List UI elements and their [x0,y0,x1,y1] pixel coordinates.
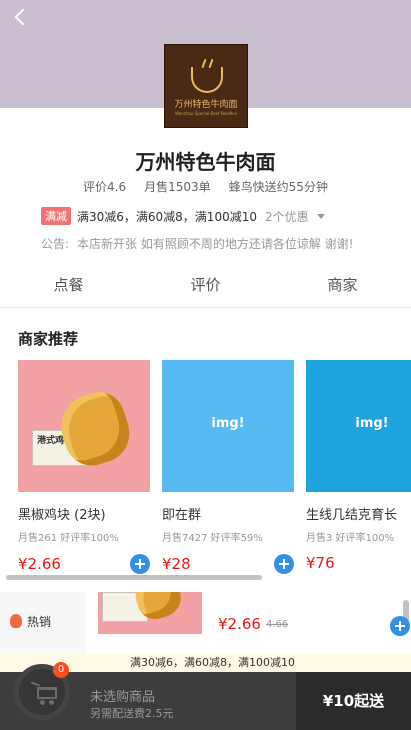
logo-brand-text: 万州特色牛肉面 [174,100,238,110]
recommend-card[interactable]: img! 生线几结克育长 月售3 好评率100% ¥76 [306,360,411,574]
delivery-fee-text: 另需配送费2.5元 [90,707,174,720]
recommend-title: 商家推荐 [18,330,79,348]
image-placeholder-text: img! [211,416,245,431]
product-name: 黑椒鸡块 (2块) [18,508,106,523]
add-to-cart-button[interactable] [130,554,150,574]
add-to-cart-button[interactable] [390,616,410,636]
product-image[interactable]: img! [306,360,411,492]
bowl-icon [191,67,223,93]
logo-sub-text: Wanzhou Special Beef Noodles [175,111,237,116]
minimum-order-button[interactable]: ¥10起送 [296,672,411,730]
menu-item-old-price: 4.66 [266,619,289,630]
menu-item-image[interactable] [98,592,202,634]
price-row: ¥76 [306,554,411,572]
notice-label: 公告: [41,237,70,251]
promo-tag: 满减 [41,207,71,225]
shop-name: 万州特色牛肉面 [135,150,276,174]
product-price: ¥2.66 [18,555,61,573]
discount-strip-text: 满30减6，满60减8，满100减10 [130,656,295,669]
cart-count-badge: 0 [53,662,69,678]
product-image[interactable]: 港式鸡块 [18,360,150,492]
tab-reviews[interactable]: 评价 [137,264,274,307]
delivery-text: 蜂鸟快送约55分钟 [228,180,328,194]
add-to-cart-button[interactable] [274,554,294,574]
chevron-down-icon[interactable] [316,213,325,219]
notice-text: 本店新开张 如有照顾不周的地方还请各位谅解 谢谢! [77,237,354,251]
recommend-card[interactable]: img! 即在群 月售7427 好评率59% ¥28 [162,360,294,574]
flame-icon [10,614,22,628]
recommend-card[interactable]: 港式鸡块 黑椒鸡块 (2块) 月售261 好评率100% ¥2.66 [18,360,150,574]
menu-item-price: ¥2.66 [218,615,261,633]
promo-more[interactable]: 2个优惠 [265,208,309,225]
shop-logo: 万州特色牛肉面 Wanzhou Special Beef Noodles [164,44,248,128]
category-label: 热销 [27,615,52,629]
price-row: ¥2.66 [18,554,150,574]
product-meta: 月售261 好评率100% [18,533,119,544]
product-price: ¥28 [162,555,191,573]
price-row: ¥28 [162,554,294,574]
promo-text: 满30减6，满60减8，满100减10 [77,209,257,224]
shop-stats: 评价4.6 月售1503单 蜂鸟快送约55分钟 [0,178,411,195]
menu-section: 热销 ¥2.66 4.66 [0,592,411,654]
tab-merchant[interactable]: 商家 [274,264,411,307]
product-name: 即在群 [162,508,202,523]
horizontal-scrollbar[interactable] [6,575,262,580]
product-name: 生线几结克育长 [306,508,398,523]
product-image[interactable]: img! [162,360,294,492]
monthly-sales-text: 月售1503单 [144,180,211,194]
tab-bar: 点餐 评价 商家 [0,264,411,308]
recommend-list[interactable]: 港式鸡块 黑椒鸡块 (2块) 月售261 好评率100% ¥2.66 img! … [18,360,411,574]
promo-row[interactable]: 满减 满30减6，满60减8，满100减10 2个优惠 [41,207,325,225]
shopping-cart-icon [37,687,57,705]
product-meta: 月售3 好评率100% [306,533,395,544]
product-price: ¥76 [306,554,335,572]
rating-text: 评价4.6 [83,180,127,194]
back-arrow-icon[interactable] [12,8,32,28]
cart-empty-text: 未选购商品 [90,690,156,705]
tab-order[interactable]: 点餐 [0,264,137,307]
product-meta: 月售7427 好评率59% [162,533,263,544]
image-placeholder-text: img! [355,416,389,431]
shop-notice: 公告: 本店新开张 如有照顾不周的地方还请各位谅解 谢谢! [41,235,354,252]
category-hot[interactable]: 热销 [0,592,86,654]
